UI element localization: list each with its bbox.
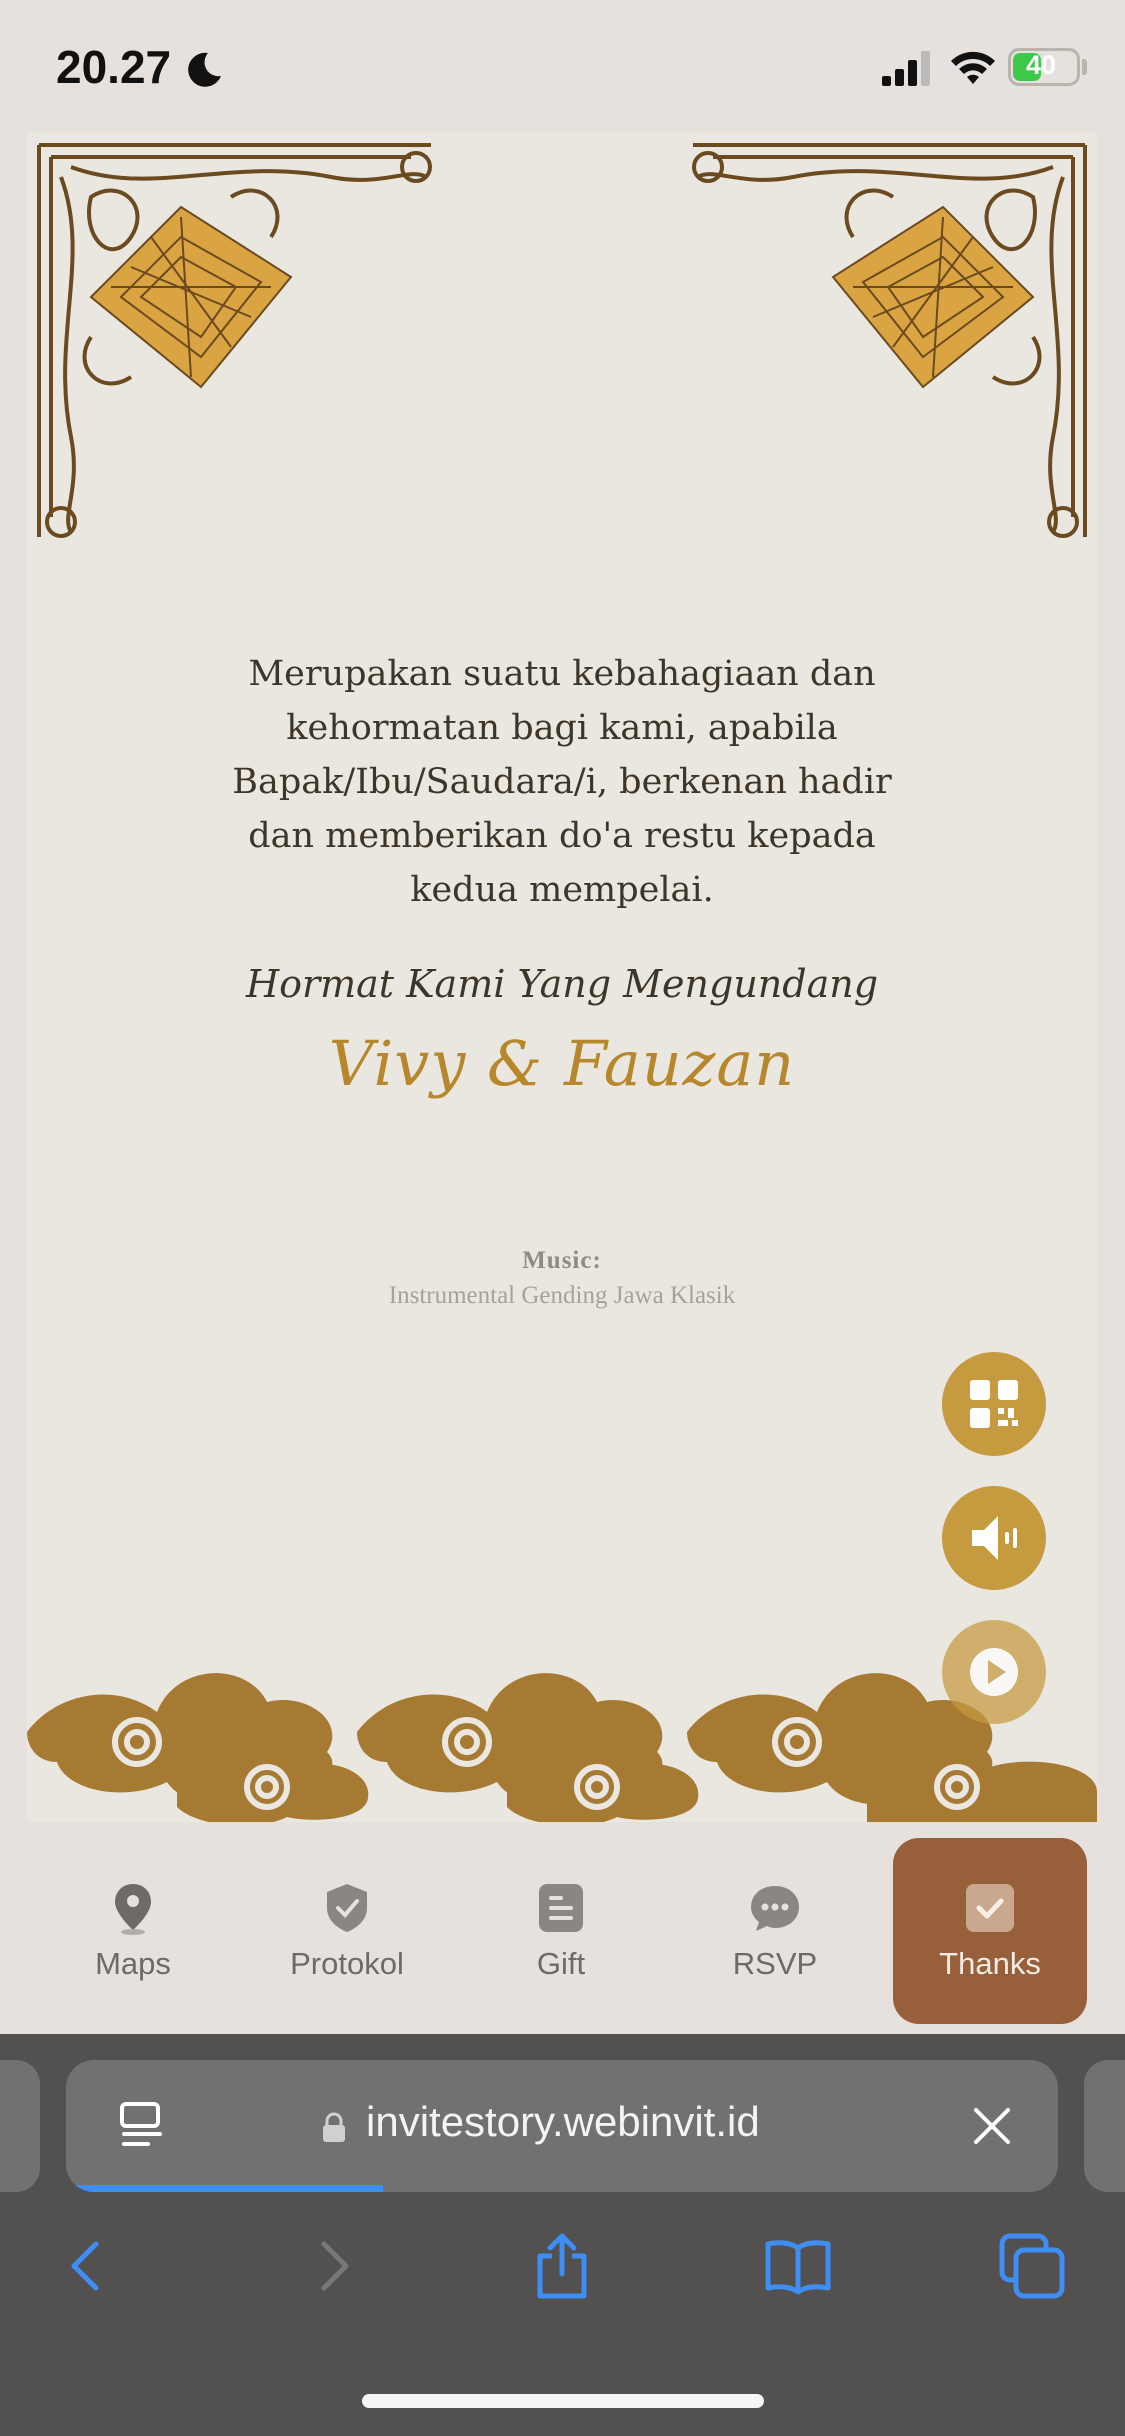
previous-tab-preview[interactable] [0, 2060, 40, 2192]
nav-label: Thanks [939, 1946, 1041, 1981]
qr-code-icon [970, 1380, 1018, 1428]
battery-percent: 40 [1025, 50, 1057, 80]
back-icon[interactable] [52, 2230, 124, 2302]
nav-label: RSVP [732, 1946, 818, 1981]
page-load-progress [66, 2185, 384, 2192]
forward-icon[interactable] [296, 2230, 368, 2302]
bottom-nav: Maps Protokol Gift RSVP Thanks [0, 1822, 1125, 2034]
battery-icon: 40 [1008, 48, 1080, 86]
invitation-greeting: Hormat Kami Yang Mengundang [245, 962, 879, 1006]
cloud-ornament [27, 1673, 1097, 1822]
invitation-message: Merupakan suatu kebahagiaan dan kehormat… [232, 654, 892, 910]
play-icon [970, 1648, 1018, 1696]
qr-code-button[interactable] [942, 1352, 1046, 1456]
nav-item-gift[interactable]: Gift [464, 1838, 658, 2024]
nav-label: Maps [95, 1946, 171, 1981]
corner-ornament-right [692, 143, 1087, 538]
invitation-card: Merupakan suatu kebahagiaan dan kehormat… [27, 132, 1097, 1822]
tabs-icon[interactable] [996, 2230, 1068, 2302]
lock-icon [323, 2112, 345, 2142]
url-text: invitestory.webinvit.id [366, 2098, 760, 2145]
share-icon[interactable] [526, 2230, 598, 2302]
nav-item-rsvp[interactable]: RSVP [678, 1838, 872, 2024]
speaker-icon [972, 1516, 1017, 1560]
cellular-signal-icon [882, 51, 930, 86]
shield-check-icon [327, 1884, 367, 1932]
nav-item-maps[interactable]: Maps [36, 1838, 230, 2024]
moon-icon [188, 52, 221, 87]
check-square-icon [966, 1884, 1014, 1932]
page-format-icon[interactable] [114, 2098, 170, 2154]
bookmarks-icon[interactable] [762, 2230, 834, 2302]
music-label: Music: [522, 1247, 602, 1274]
status-bar: 20.27 40 [0, 0, 1125, 132]
autoscroll-play-button[interactable] [942, 1620, 1046, 1724]
browser-toolbar: invitestory.webinvit.id [0, 2034, 1125, 2436]
nav-label: Protokol [290, 1946, 404, 1981]
music-title: Instrumental Gending Jawa Klasik [388, 1282, 736, 1309]
nav-label: Gift [536, 1946, 586, 1981]
address-bar[interactable]: invitestory.webinvit.id [66, 2060, 1058, 2192]
corner-ornament-left [37, 143, 432, 538]
chat-bubble-icon [751, 1886, 799, 1931]
map-pin-icon [115, 1884, 151, 1935]
home-indicator [362, 2394, 764, 2408]
nav-item-protokol[interactable]: Protokol [250, 1838, 444, 2024]
close-icon[interactable] [968, 2102, 1016, 2150]
couple-names: Vivy & Fauzan [328, 1027, 796, 1100]
wifi-icon [951, 51, 995, 84]
status-time: 20.27 [56, 41, 172, 93]
next-tab-preview[interactable] [1084, 2060, 1125, 2192]
nav-item-thanks[interactable]: Thanks [893, 1838, 1087, 2024]
sound-toggle-button[interactable] [942, 1486, 1046, 1590]
gift-document-icon [539, 1884, 583, 1932]
